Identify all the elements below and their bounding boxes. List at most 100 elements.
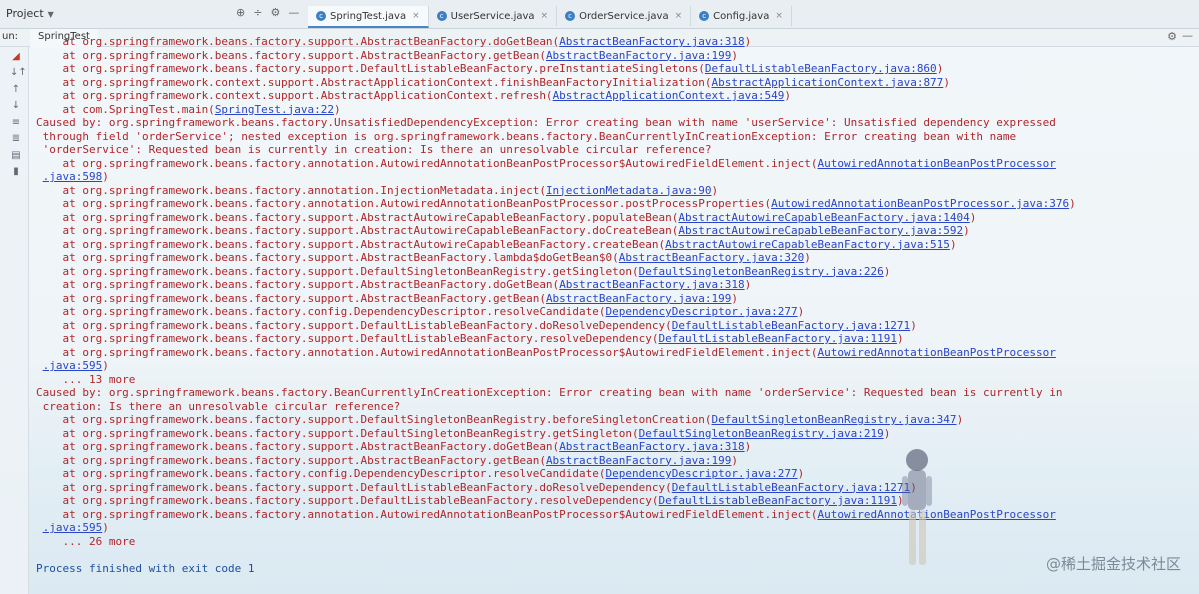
console-text: through field 'orderService'; nested exc… [36, 129, 1017, 143]
close-icon[interactable]: × [412, 11, 420, 21]
close-icon[interactable]: × [541, 11, 549, 21]
run-label: un: [2, 31, 19, 42]
stack-trace-link[interactable]: DefaultSingletonBeanRegistry.java:347 [712, 413, 957, 426]
console-line: at org.springframework.beans.factory.sup… [36, 35, 1196, 49]
tab-orderservice[interactable]: c OrderService.java × [557, 6, 692, 26]
console-line: at org.springframework.beans.factory.sup… [36, 332, 1196, 346]
stack-trace-link[interactable]: DefaultListableBeanFactory.java:1271 [672, 481, 910, 494]
console-text: at org.springframework.beans.factory.ann… [36, 345, 818, 359]
stack-trace-link[interactable]: SpringTest.java:22 [215, 103, 334, 116]
console-text: ) [797, 467, 805, 480]
stack-trace-link[interactable]: DefaultSingletonBeanRegistry.java:226 [639, 265, 884, 278]
console-line: ... 13 more [36, 373, 1196, 387]
console-text: at com.SpringTest.main( [36, 102, 215, 116]
console-text: ) [784, 89, 791, 102]
trash-icon[interactable]: ▮ [10, 166, 22, 178]
minimize-icon[interactable]: — [288, 6, 299, 19]
sort-icon[interactable]: ↓↑ [10, 67, 27, 79]
console-text: Process finished with exit code 1 [36, 561, 255, 575]
close-icon[interactable]: × [775, 11, 783, 21]
console-text: ... 13 more [36, 372, 136, 386]
chevron-down-icon: ▼ [47, 10, 54, 19]
stack-trace-link[interactable]: AbstractAutowireCapableBeanFactory.java:… [678, 211, 969, 224]
project-selector[interactable]: Project ▼ [6, 7, 54, 21]
console-line: at org.springframework.beans.factory.sup… [36, 413, 1196, 427]
console-text: ) [102, 521, 109, 534]
stack-trace-link[interactable]: AbstractBeanFactory.java:199 [546, 49, 731, 62]
stack-trace-link[interactable]: AbstractApplicationContext.java:877 [712, 76, 944, 89]
wrench-icon[interactable]: ◢ [10, 51, 22, 63]
tab-springtest[interactable]: c SpringTest.java × [308, 6, 429, 28]
console-line: at org.springframework.context.support.A… [36, 76, 1196, 90]
stack-trace-link[interactable]: AbstractApplicationContext.java:549 [553, 89, 785, 102]
target-icon[interactable]: ⊕ [236, 6, 245, 19]
stack-trace-link[interactable]: DefaultListableBeanFactory.java:1271 [672, 319, 910, 332]
soft-wrap-icon[interactable]: ≡ [10, 117, 22, 129]
console-line: at org.springframework.beans.factory.con… [36, 467, 1196, 481]
console-line: at org.springframework.beans.factory.ann… [36, 184, 1196, 198]
tab-config[interactable]: c Config.java × [691, 6, 792, 26]
down-arrow-icon[interactable]: ↓ [10, 100, 22, 112]
stack-trace-link[interactable]: DefaultListableBeanFactory.java:1191 [659, 494, 897, 507]
stack-trace-link[interactable]: AbstractBeanFactory.java:318 [559, 35, 744, 48]
stack-trace-link[interactable]: AbstractBeanFactory.java:320 [619, 251, 804, 264]
stack-trace-link[interactable]: InjectionMetadata.java:90 [546, 184, 712, 197]
stack-trace-link[interactable]: DefaultListableBeanFactory.java:1191 [659, 332, 897, 345]
stack-trace-link[interactable]: .java:595 [43, 359, 103, 372]
console-text: at org.springframework.beans.factory.sup… [36, 318, 672, 332]
console-line: at org.springframework.beans.factory.sup… [36, 224, 1196, 238]
console-text: ) [102, 170, 109, 183]
console-text: ) [883, 264, 891, 278]
console-text: at org.springframework.beans.factory.sup… [36, 426, 639, 440]
stack-trace-link[interactable]: AbstractBeanFactory.java:199 [546, 292, 731, 305]
console-text: ) [797, 305, 805, 318]
stack-trace-link[interactable]: DependencyDescriptor.java:277 [606, 305, 798, 318]
console-text: at org.springframework.beans.factory.sup… [36, 224, 679, 237]
up-arrow-icon[interactable]: ↑ [10, 84, 22, 96]
console-text: Caused by: org.springframework.beans.fac… [36, 116, 1056, 129]
stack-trace-link[interactable]: AutowiredAnnotationBeanPostProcessor.jav… [771, 197, 1069, 210]
scroll-to-end-icon[interactable]: ≣ [10, 133, 22, 145]
stack-trace-link[interactable]: AbstractAutowireCapableBeanFactory.java:… [678, 224, 963, 237]
print-icon[interactable]: ▤ [10, 150, 22, 162]
console-line: .java:598) [36, 170, 1196, 184]
console-line: at org.springframework.context.support.A… [36, 89, 1196, 103]
console-line: 'orderService': Requested bean is curren… [36, 143, 1196, 157]
console-line: at org.springframework.beans.factory.ann… [36, 157, 1196, 171]
stack-trace-link[interactable]: AutowiredAnnotationBeanPostProcessor [817, 157, 1055, 170]
stack-trace-link[interactable]: .java:595 [43, 521, 103, 534]
stack-trace-link[interactable]: DefaultListableBeanFactory.java:860 [705, 62, 937, 75]
console-text: ) [936, 62, 944, 75]
console-text: at org.springframework.beans.factory.sup… [36, 480, 672, 494]
console-text: at org.springframework.beans.factory.con… [36, 467, 606, 480]
console-line: ... 26 more [36, 535, 1196, 549]
console-text: at org.springframework.beans.factory.ann… [36, 507, 818, 521]
tab-label: SpringTest.java [330, 10, 407, 22]
tab-label: UserService.java [450, 10, 535, 22]
stack-trace-link[interactable]: AbstractBeanFactory.java:199 [546, 454, 731, 467]
stack-trace-link[interactable]: DependencyDescriptor.java:277 [606, 467, 798, 480]
close-icon[interactable]: × [675, 11, 683, 21]
console-text: ) [334, 102, 341, 116]
console-text: at org.springframework.beans.factory.sup… [36, 291, 546, 305]
stack-trace-link[interactable]: AbstractBeanFactory.java:318 [559, 278, 744, 291]
stack-trace-link[interactable]: AbstractBeanFactory.java:318 [559, 440, 744, 453]
stack-trace-link[interactable]: AbstractAutowireCapableBeanFactory.java:… [665, 238, 950, 251]
stack-trace-link[interactable]: .java:598 [43, 170, 103, 183]
project-label: Project [6, 7, 44, 20]
console-text: ) [883, 426, 891, 440]
console-text: at org.springframework.beans.factory.ann… [36, 183, 546, 197]
console-line: at org.springframework.beans.factory.ann… [36, 197, 1196, 211]
gear-icon[interactable]: ⚙ [270, 6, 280, 19]
stack-trace-link[interactable]: AutowiredAnnotationBeanPostProcessor [817, 346, 1055, 359]
collapse-icon[interactable]: ÷ [253, 6, 262, 19]
stack-trace-link[interactable]: DefaultSingletonBeanRegistry.java:219 [639, 427, 884, 440]
console-text: ) [896, 332, 904, 345]
console-line: Process finished with exit code 1 [36, 562, 1196, 576]
console-text: ) [969, 210, 977, 224]
tab-userservice[interactable]: c UserService.java × [429, 6, 558, 26]
console-line: at org.springframework.beans.factory.sup… [36, 62, 1196, 76]
